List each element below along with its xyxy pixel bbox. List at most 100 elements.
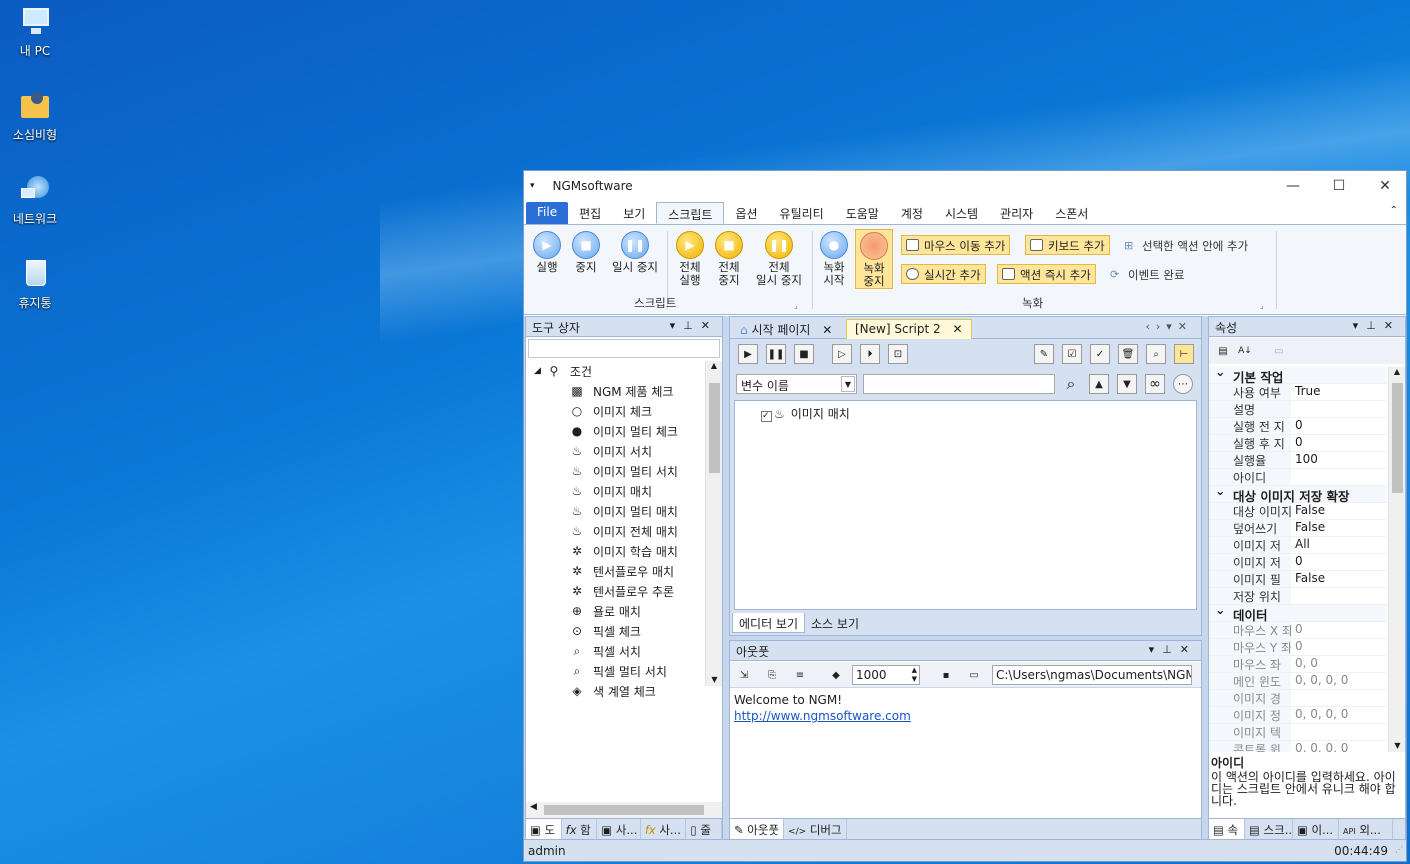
toolbox-item[interactable]: ● 이미지 멀티 체크 [526, 421, 704, 441]
check-all-icon[interactable]: ☑ [1062, 344, 1082, 364]
menu-system[interactable]: 시스템 [934, 202, 989, 224]
output-path-field[interactable]: C:\Users\ngmas\Documents\NGM6\ [992, 665, 1192, 685]
property-row[interactable]: 콘트롤 윈 0, 0, 0, 0 [1209, 741, 1387, 752]
property-grid[interactable]: 기본 작업사용 여부True설명실행 전 지0실행 후 지0실행율100아이디대… [1209, 367, 1387, 752]
property-row[interactable]: 마우스 Y 좌0 [1209, 639, 1387, 656]
maximize-button[interactable]: ☐ [1316, 171, 1362, 201]
uncheck-icon[interactable]: ✓ [1090, 344, 1110, 364]
minimize-button[interactable]: — [1270, 171, 1316, 201]
tab-scripts[interactable]: ▤ 스크... [1245, 819, 1293, 840]
pause-all-button[interactable]: ❚❚ 전체 일시 중지 [751, 231, 807, 287]
categorized-icon[interactable]: ▤ [1213, 341, 1233, 361]
menu-account[interactable]: 계정 [890, 202, 934, 224]
panel-controls-icon[interactable]: ▾⊥✕ [1149, 643, 1197, 656]
property-value[interactable]: False [1291, 520, 1325, 536]
search-icon[interactable]: ⌕ [1061, 374, 1081, 394]
toolbox-item[interactable]: ♨ 이미지 전체 매치 [526, 521, 704, 541]
property-value[interactable] [1291, 588, 1295, 604]
property-category[interactable]: 기본 작업 [1209, 367, 1387, 385]
loop-icon[interactable]: ∞ [1145, 374, 1165, 394]
move-down-icon[interactable]: ▼ [1117, 374, 1137, 394]
title-bar[interactable]: ▾ NGMsoftware — ☐ ✕ [524, 171, 1406, 201]
property-row[interactable]: 이미지 텍 [1209, 724, 1387, 741]
toolbox-item[interactable]: ♨ 이미지 매치 [526, 481, 704, 501]
output-link[interactable]: http://www.ngmsoftware.com [734, 708, 1197, 724]
run-selected-icon[interactable]: ⏵ [860, 344, 880, 364]
menu-help[interactable]: 도움말 [835, 202, 890, 224]
dialog-launcher-icon[interactable]: ⌟ [794, 301, 798, 310]
eraser-icon[interactable]: ◆ [826, 665, 846, 685]
tab-script-2[interactable]: [New] Script 2 ✕ [846, 319, 972, 339]
tab-nav-controls-icon[interactable]: ‹›▾✕ [1145, 320, 1193, 333]
property-value[interactable]: True [1291, 384, 1321, 400]
menu-admin[interactable]: 관리자 [989, 202, 1044, 224]
property-value[interactable] [1291, 724, 1295, 740]
tab-external[interactable]: API 외... [1339, 819, 1393, 840]
property-row[interactable]: 설명 [1209, 401, 1387, 418]
toolbox-item[interactable]: ○ 이미지 체크 [526, 401, 704, 421]
script-node[interactable]: ✓ ♨ 이미지 매치 [761, 405, 850, 422]
property-row[interactable]: 마우스 좌 0, 0 [1209, 656, 1387, 673]
output-text[interactable]: Welcome to NGM! http://www.ngmsoftware.c… [734, 692, 1197, 814]
property-row[interactable]: 메인 윈도 0, 0, 0, 0 [1209, 673, 1387, 690]
property-value[interactable]: 0 [1291, 418, 1303, 434]
property-row[interactable]: 저장 위치 [1209, 588, 1387, 605]
tab-lines[interactable]: ▯ 줄 [686, 819, 722, 840]
save-icon[interactable]: ▪ [936, 665, 956, 685]
property-value[interactable]: 0, 0, 0, 0 [1291, 741, 1348, 752]
property-value[interactable]: All [1291, 537, 1310, 553]
delete-icon[interactable]: 🗑 [1118, 344, 1138, 364]
property-row[interactable]: 대상 이미지 False [1209, 503, 1387, 520]
property-row[interactable]: 아이디 [1209, 469, 1387, 486]
tab-properties[interactable]: ▤ 속 [1209, 819, 1245, 840]
property-row[interactable]: 이미지 정 0, 0, 0, 0 [1209, 707, 1387, 724]
toolbox-item[interactable]: ♨ 이미지 멀티 매치 [526, 501, 704, 521]
property-value[interactable]: 0, 0, 0, 0 [1291, 707, 1348, 723]
property-value[interactable]: 0 [1291, 622, 1303, 638]
step-icon[interactable]: ▷ [832, 344, 852, 364]
add-keyboard-button[interactable]: 키보드 추가 [1025, 235, 1110, 255]
collapse-ribbon-icon[interactable]: ⌃ [1390, 205, 1398, 216]
toolbox-item[interactable]: ✲ 텐서플로우 매치 [526, 561, 704, 581]
tab-debug[interactable]: </> 디버그 [784, 819, 847, 840]
tab-start-page[interactable]: ⌂ 시작 페이지 ✕ [732, 319, 840, 339]
toolbox-item[interactable]: ⊙ 픽셀 체크 [526, 621, 704, 641]
property-category[interactable]: 데이터 [1209, 602, 1387, 623]
edit-icon[interactable]: ✎ [1034, 344, 1054, 364]
add-inside-selected-button[interactable]: ⊞ 선택한 액션 안에 추가 [1124, 238, 1248, 254]
move-up-icon[interactable]: ▲ [1089, 374, 1109, 394]
property-row[interactable]: 실행율 100 [1209, 452, 1387, 469]
line-limit-stepper[interactable]: 1000 ▲ ▼ [852, 665, 920, 685]
toolbox-item[interactable]: ⌕ 픽셀 멀티 서치 [526, 661, 704, 681]
property-pages-icon[interactable]: ▭ [1269, 341, 1289, 361]
property-value[interactable] [1291, 469, 1295, 485]
panel-controls-icon[interactable]: ▾⊥✕ [670, 319, 718, 332]
tab-user2[interactable]: fx 사... [641, 819, 687, 840]
property-value[interactable]: 0, 0, 0, 0 [1291, 673, 1348, 689]
list-icon[interactable]: ≡ [790, 665, 810, 685]
toolbox-item[interactable]: ◈ 색 계열 체크 [526, 681, 704, 701]
desktop-icon-recycle-bin[interactable]: 휴지통 [0, 258, 70, 311]
property-row[interactable]: 마우스 X 좌0 [1209, 622, 1387, 639]
menu-script[interactable]: 스크립트 [656, 202, 725, 224]
dialog-launcher-icon[interactable]: ⌟ [1260, 301, 1264, 310]
property-value[interactable] [1291, 401, 1295, 417]
toolbox-item[interactable]: ⌕ 픽셀 서치 [526, 641, 704, 661]
property-row[interactable]: 이미지 저0 [1209, 554, 1387, 571]
tab-functions[interactable]: fx 함 [562, 819, 598, 840]
property-row[interactable]: 실행 후 지0 [1209, 435, 1387, 452]
add-mouse-move-button[interactable]: 마우스 이동 추가 [901, 235, 1011, 255]
property-row[interactable]: 이미지 저 All [1209, 537, 1387, 554]
stop-all-button[interactable]: ■ 전체 중지 [713, 231, 745, 287]
menu-file[interactable]: File [526, 202, 569, 224]
pause-button[interactable]: ❚❚ 일시 중지 [608, 231, 662, 274]
add-realtime-button[interactable]: 실시간 추가 [901, 264, 986, 284]
property-row[interactable]: 실행 전 지0 [1209, 418, 1387, 435]
event-done-button[interactable]: ⟳ 이벤트 완료 [1110, 267, 1185, 283]
stop-button[interactable]: ■ 중지 [570, 231, 602, 274]
toolbox-item[interactable]: ▩ NGM 제품 체크 [526, 381, 704, 401]
more-icon[interactable]: ⋯ [1173, 374, 1193, 394]
toolbox-item[interactable]: ✲ 텐서플로우 추론 [526, 581, 704, 601]
resize-grip-icon[interactable]: ⋰ [1395, 845, 1403, 854]
property-value[interactable]: 0, 0 [1291, 656, 1318, 672]
